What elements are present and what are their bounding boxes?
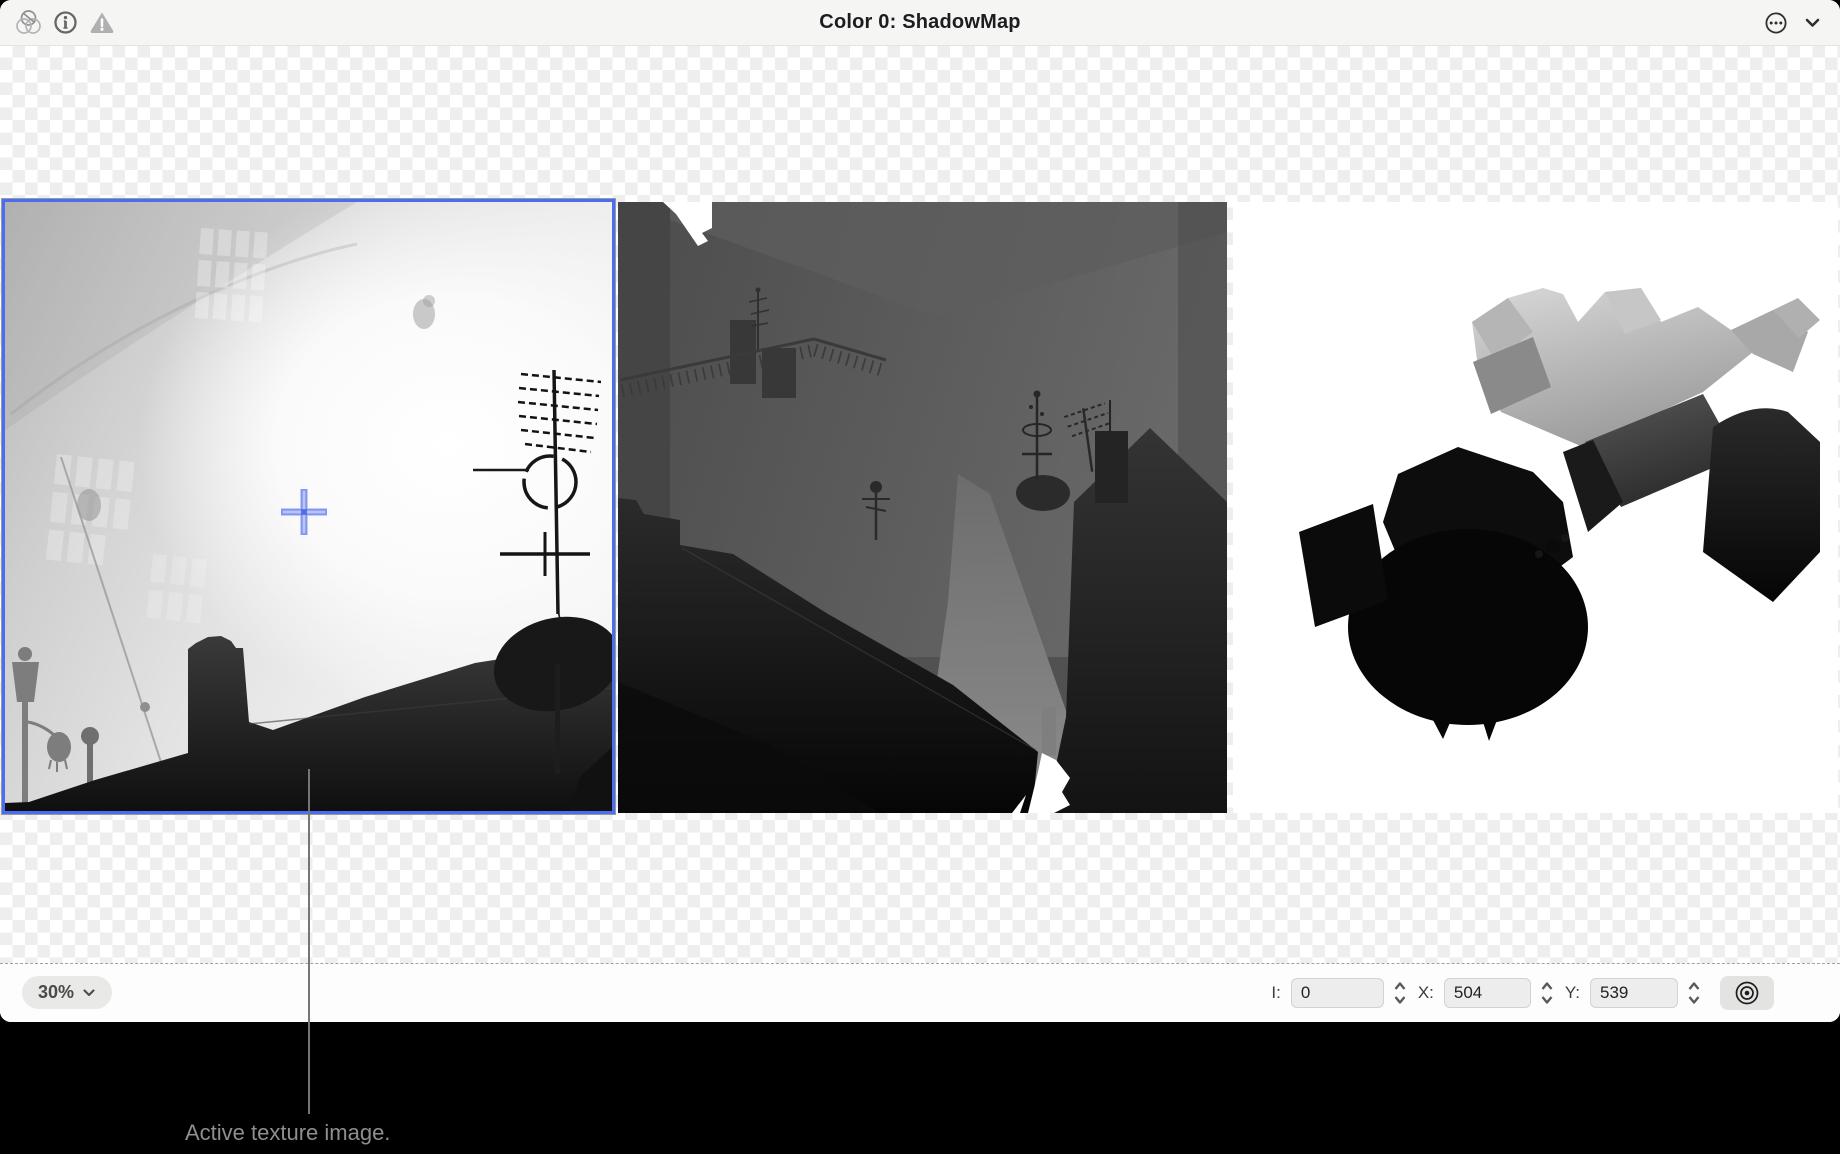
pixel-coordinate-controls: I: X: — [1271, 976, 1774, 1010]
building-cluster-topdown — [1299, 288, 1820, 741]
index-label: I: — [1271, 983, 1280, 1003]
screen-background: Color 0: ShadowMap — [0, 0, 1840, 1154]
texture-image-3[interactable] — [1233, 202, 1838, 813]
x-stepper[interactable] — [1539, 978, 1555, 1008]
x-label: X: — [1418, 983, 1434, 1003]
shadow-map-render-2 — [618, 202, 1227, 813]
shadow-map-render-active — [5, 202, 612, 811]
chevron-down-icon — [82, 986, 96, 1000]
crosshair-icon — [281, 489, 327, 535]
more-options-icon[interactable] — [1762, 9, 1790, 37]
title-bar: Color 0: ShadowMap — [0, 0, 1840, 46]
texture-canvas: 30% I: X: — [0, 45, 1840, 1022]
titlebar-right-controls — [1762, 0, 1826, 45]
index-input[interactable] — [1291, 978, 1384, 1008]
annotation-caption: Active texture image. — [185, 1120, 390, 1146]
y-input[interactable] — [1590, 978, 1678, 1008]
pixel-target-button[interactable] — [1720, 976, 1774, 1010]
x-input[interactable] — [1444, 978, 1531, 1008]
texture-image-2[interactable] — [618, 202, 1227, 813]
pixel-target-icon — [1734, 980, 1760, 1006]
active-texture-image[interactable] — [2, 199, 615, 814]
bottom-toolbar: 30% I: X: — [0, 963, 1840, 1022]
texture-viewer-window: Color 0: ShadowMap — [0, 0, 1840, 1022]
y-label: Y: — [1565, 983, 1580, 1003]
index-stepper[interactable] — [1392, 978, 1408, 1008]
page-title: Color 0: ShadowMap — [0, 0, 1840, 45]
zoom-level-value: 30% — [38, 982, 74, 1003]
chevron-down-icon[interactable] — [1798, 9, 1826, 37]
callout-line — [308, 769, 310, 1114]
y-stepper[interactable] — [1686, 978, 1702, 1008]
shadow-map-render-3 — [1233, 202, 1838, 813]
zoom-level-dropdown[interactable]: 30% — [22, 976, 112, 1009]
distant-building-silhouette — [5, 202, 435, 623]
